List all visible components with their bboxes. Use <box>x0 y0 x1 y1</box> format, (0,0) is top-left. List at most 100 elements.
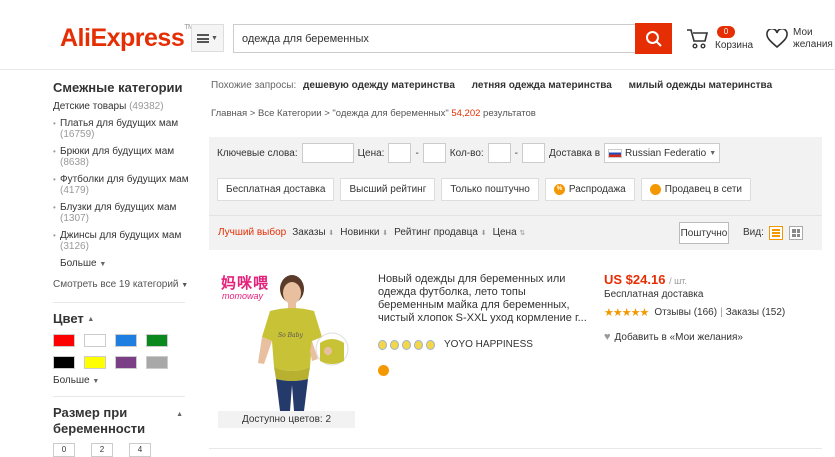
related-searches: Похожие запросы: дешевую одежду материнс… <box>211 80 786 91</box>
sort-orders[interactable]: Заказы ⬇ <box>292 227 334 238</box>
search-input[interactable]: одежда для беременных <box>233 24 635 53</box>
colors-more-link[interactable]: Больше ▼ <box>53 375 193 386</box>
sidebar-item[interactable]: Платья для будущих мам(16759) <box>53 118 193 140</box>
price-max-input[interactable] <box>422 143 446 163</box>
sort-best-match[interactable]: Лучший выбор <box>218 227 286 238</box>
price-min-input[interactable] <box>388 143 412 163</box>
qty-max-input[interactable] <box>522 143 545 163</box>
related-search-link[interactable]: летняя одежда материнства <box>472 80 612 91</box>
keywords-input[interactable] <box>301 143 354 163</box>
colors-available: Доступно цветов: 2 <box>218 411 355 428</box>
color-swatch-red[interactable] <box>53 334 75 347</box>
reviews-link[interactable]: Отзывы (166) <box>654 307 717 318</box>
chevron-down-icon: ▼ <box>709 149 717 157</box>
category-menu-button[interactable]: ▼ <box>191 24 224 52</box>
wishlist-label[interactable]: Мои желания <box>793 27 835 51</box>
sort-options: Лучший выбор Заказы ⬇ Новинки ⬇ Рейтинг … <box>218 227 525 238</box>
result-count-suffix: результатов <box>483 108 536 119</box>
size-option[interactable]: 4 <box>129 443 151 457</box>
color-filter-title[interactable]: Цвет ▲ <box>53 311 193 326</box>
chevron-down-icon: ▼ <box>92 378 100 385</box>
medal-icon <box>426 339 435 350</box>
sidebar-item[interactable]: Брюки для будущих мам(8638) <box>53 146 193 168</box>
color-swatch-blue[interactable] <box>115 334 137 347</box>
view-all-categories-link[interactable]: Смотреть все 19 категорий ▼ <box>53 279 193 290</box>
related-searches-label: Похожие запросы: <box>211 80 297 91</box>
free-shipping-filter[interactable]: Бесплатная доставка <box>217 178 335 201</box>
qty-min-input[interactable] <box>487 143 511 163</box>
rating-row: ★★★★★ Отзывы (166) | Заказы (152) <box>604 306 785 319</box>
breadcrumb-path[interactable]: Главная > Все Категории > "одежда для бе… <box>211 108 449 119</box>
orders-link[interactable]: Заказы (152) <box>726 307 786 318</box>
grid-view-icon[interactable] <box>789 226 803 240</box>
product-photo: So Baby <box>258 275 349 411</box>
product-title-link[interactable]: Новый одежды для беременных или одежда ф… <box>378 273 593 325</box>
color-swatch-white[interactable] <box>84 334 106 347</box>
free-shipping-label: Бесплатная доставка <box>604 289 704 300</box>
heart-icon: ♥ <box>604 331 611 343</box>
breadcrumb: Главная > Все Категории > "одежда для бе… <box>211 108 536 119</box>
keywords-label: Ключевые слова: <box>217 147 298 159</box>
aliexpress-logo[interactable]: AliExpressTM <box>60 24 194 53</box>
color-swatch-black[interactable] <box>53 356 75 369</box>
price-label: Цена: <box>357 147 385 159</box>
pregnancy-size-title[interactable]: Размер при беременности ▲ <box>53 405 183 437</box>
separator: | <box>720 307 723 318</box>
menu-icon <box>197 33 210 43</box>
parent-category[interactable]: Детские товары (49382) <box>53 101 193 112</box>
sort-newest[interactable]: Новинки ⬇ <box>340 227 388 238</box>
seller-online-badge-icon <box>378 365 389 376</box>
cart-count-badge: 0 <box>717 26 735 38</box>
sidebar-item[interactable]: Футболки для будущих мам (4179) <box>53 174 193 196</box>
size-option[interactable]: 0 <box>53 443 75 457</box>
sale-filter[interactable]: % Распродажа <box>544 178 635 201</box>
medal-icon <box>402 339 411 350</box>
categories-more-link[interactable]: Больше ▼ <box>53 258 193 269</box>
related-search-link[interactable]: милый одежды материнства <box>629 80 773 91</box>
search-button[interactable] <box>635 23 672 54</box>
cart-icon[interactable] <box>686 27 710 51</box>
divider <box>53 302 185 303</box>
seller-store-link[interactable]: YOYO HAPPINESS <box>444 339 533 350</box>
medal-icon <box>378 339 387 350</box>
product-image[interactable]: 妈咪喂 momoway So Baby <box>218 271 355 411</box>
per-piece-toggle[interactable]: Поштучно <box>679 222 729 244</box>
size-option[interactable]: 2 <box>91 443 113 457</box>
view-label: Вид: <box>743 227 764 238</box>
header: AliExpressTM ▼ одежда для беременных 0 К… <box>0 0 835 70</box>
arrow-down-icon: ⬇ <box>382 230 389 237</box>
cart-label[interactable]: Корзина <box>715 40 753 51</box>
filter-panel: Ключевые слова: Цена: - Кол-во: - Достав… <box>209 137 822 215</box>
filter-row: Ключевые слова: Цена: - Кол-во: - Достав… <box>217 143 721 163</box>
color-swatch-yellow[interactable] <box>84 356 106 369</box>
chevron-down-icon: ▼ <box>211 34 218 42</box>
sort-seller-rating[interactable]: Рейтинг продавца ⬇ <box>394 227 486 238</box>
arrow-down-icon: ⬇ <box>480 230 487 237</box>
heart-icon[interactable] <box>766 29 788 49</box>
color-swatch-green[interactable] <box>146 334 168 347</box>
color-swatch-purple[interactable] <box>115 356 137 369</box>
chevron-down-icon: ▼ <box>99 261 107 268</box>
color-swatch-gray[interactable] <box>146 356 168 369</box>
seller-online-filter[interactable]: Продавец в сети <box>640 178 751 201</box>
color-swatches <box>53 334 193 369</box>
chevron-up-icon: ▲ <box>87 316 95 324</box>
sort-price[interactable]: Цена ⇅ <box>493 227 526 238</box>
single-piece-filter[interactable]: Только поштучно <box>441 178 539 201</box>
divider <box>209 448 822 449</box>
dash: - <box>514 147 518 159</box>
chevron-down-icon: ▼ <box>181 282 189 289</box>
list-view-icon[interactable] <box>769 226 783 240</box>
quick-filters: Бесплатная доставка Высший рейтинг Тольк… <box>217 178 751 201</box>
related-search-link[interactable]: дешевую одежду материнства <box>303 80 455 91</box>
country-value: Russian Federatio <box>625 147 707 159</box>
size-options: 0 2 4 <box>53 443 193 457</box>
sidebar-item[interactable]: Джинсы для будущих мам(3126) <box>53 230 193 252</box>
sort-arrows-icon: ⇅ <box>519 230 526 237</box>
arrow-down-icon: ⬇ <box>328 230 335 237</box>
medal-icon <box>414 339 423 350</box>
top-rated-filter[interactable]: Высший рейтинг <box>340 178 436 201</box>
sidebar-item[interactable]: Блузки для будущих мам(1307) <box>53 202 193 224</box>
add-to-wishlist-link[interactable]: ♥ Добавить в «Мои желания» <box>604 331 743 343</box>
ship-to-country-select[interactable]: Russian Federatio ▼ <box>604 143 721 163</box>
